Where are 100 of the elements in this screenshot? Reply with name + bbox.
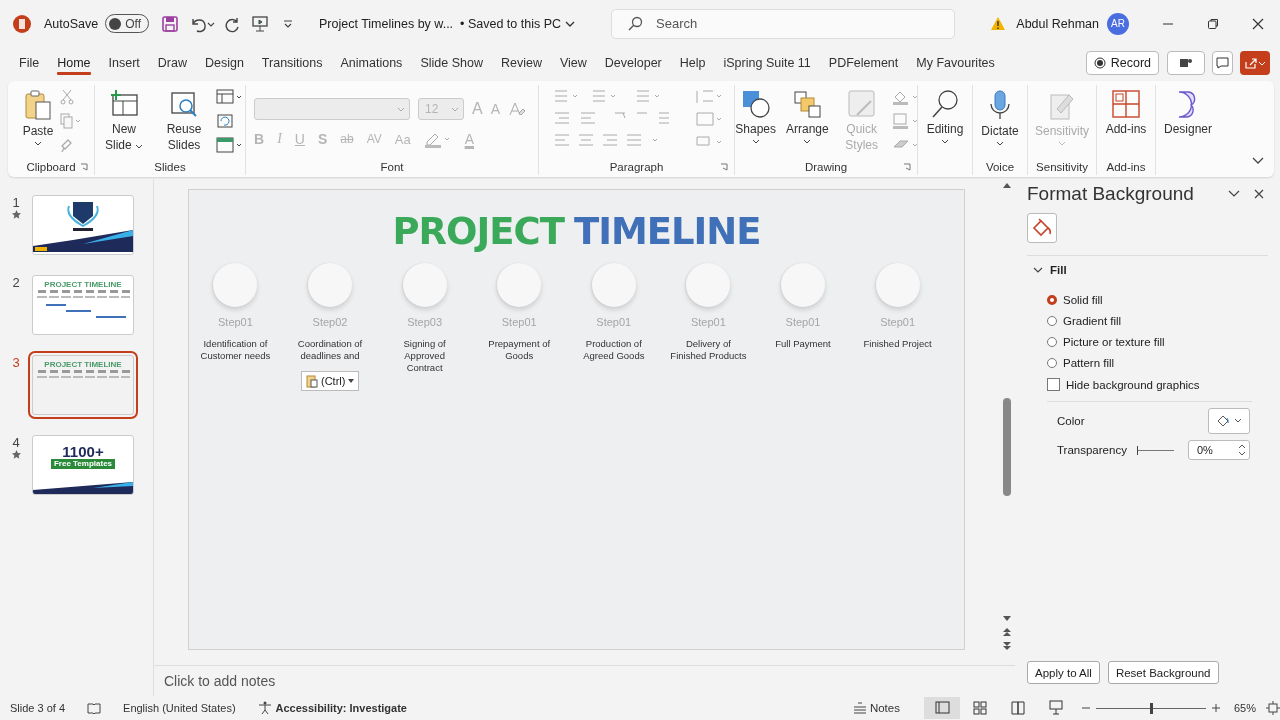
scroll-down-icon[interactable] xyxy=(1002,615,1012,623)
ribbon-tab[interactable]: Draw xyxy=(148,50,196,76)
fit-slide-icon[interactable] xyxy=(1266,701,1280,715)
fill-option[interactable]: Picture or texture fill xyxy=(1047,336,1280,348)
paste-button[interactable]: Paste xyxy=(19,87,57,148)
search-icon xyxy=(627,15,643,32)
caret-icon xyxy=(1058,141,1066,146)
slide-number: 3 xyxy=(12,355,20,370)
magnifier-icon xyxy=(930,89,960,119)
pane-button[interactable]: Apply to All xyxy=(1027,661,1100,684)
notes-button[interactable]: Notes xyxy=(852,702,900,714)
scrollbar-thumb[interactable] xyxy=(1003,398,1011,496)
slide-title: TIMELINE xyxy=(573,210,761,254)
dialog-launcher-icon[interactable] xyxy=(903,163,911,171)
ribbon-tab[interactable]: Transitions xyxy=(252,50,332,76)
step-circle xyxy=(781,263,825,307)
fill-section-header[interactable]: Fill xyxy=(1027,264,1280,276)
ribbon-tab[interactable]: Design xyxy=(195,50,253,76)
thumbnail-heading: PROJECT TIMELINE xyxy=(44,280,122,289)
fill-option[interactable]: Pattern fill xyxy=(1047,357,1280,369)
zoom-out-icon[interactable] xyxy=(1081,704,1090,712)
group-label: Sensitivity xyxy=(1036,161,1088,173)
section-icon[interactable] xyxy=(216,137,244,153)
caret-icon xyxy=(751,139,760,144)
reuse-slides-button[interactable]: Reuse Slides xyxy=(156,87,212,155)
caret-icon xyxy=(996,141,1004,146)
add-ins-button[interactable]: Add-ins xyxy=(1102,87,1150,139)
collapse-ribbon-icon[interactable] xyxy=(1252,157,1264,165)
close-icon[interactable] xyxy=(1252,17,1264,30)
user-avatar[interactable]: AR xyxy=(1107,12,1129,35)
pane-options-icon[interactable] xyxy=(1228,190,1240,198)
zoom-in-icon[interactable] xyxy=(1211,704,1220,712)
slide-thumbnail[interactable]: PROJECT TIMELINE xyxy=(32,275,134,335)
notes-placeholder[interactable]: Click to add notes xyxy=(164,673,276,689)
accessibility-status[interactable]: Accessibility: Investigate xyxy=(275,702,407,714)
camera-button[interactable] xyxy=(1167,51,1205,75)
share-button[interactable] xyxy=(1240,51,1270,75)
fill-option[interactable]: Solid fill xyxy=(1047,294,1280,306)
caret-icon xyxy=(565,19,575,28)
previous-slide-icon[interactable] xyxy=(1002,627,1012,637)
search-field[interactable]: Search xyxy=(611,8,955,39)
slide-thumbnail[interactable]: 1100+ Free Templates xyxy=(32,435,134,495)
language[interactable]: English (United States) xyxy=(123,702,236,714)
slide-counter: Slide 3 of 4 xyxy=(10,702,66,714)
step-circle xyxy=(591,263,636,307)
warning-icon[interactable] xyxy=(990,16,1007,31)
paste-options-button[interactable]: (Ctrl) xyxy=(301,371,360,391)
presenter-icon[interactable] xyxy=(251,14,269,33)
zoom-level[interactable]: 65% xyxy=(1233,702,1256,714)
spelling-icon[interactable] xyxy=(87,701,102,715)
transparency-field[interactable]: 0% xyxy=(1187,440,1250,460)
hide-graphics-checkbox[interactable]: Hide background graphics xyxy=(1047,378,1280,391)
ribbon-tab[interactable]: View xyxy=(550,50,596,76)
step-description: Delivery of Finished Products xyxy=(670,338,747,362)
customize-toolbar-icon[interactable] xyxy=(283,18,293,29)
record-icon xyxy=(1093,57,1106,69)
fill-tab[interactable] xyxy=(1027,213,1057,243)
record-button[interactable]: Record xyxy=(1085,51,1159,75)
designer-button[interactable]: Designer xyxy=(1161,87,1215,139)
dialog-launcher-icon[interactable] xyxy=(720,163,728,171)
save-icon[interactable] xyxy=(161,14,179,33)
group-label: Clipboard xyxy=(26,161,76,173)
comments-button[interactable] xyxy=(1212,51,1233,75)
pane-button[interactable]: Reset Background xyxy=(1107,661,1219,684)
restore-icon[interactable] xyxy=(1207,17,1219,30)
ribbon-tab[interactable]: Review xyxy=(491,50,551,76)
normal-view-icon[interactable] xyxy=(923,697,960,719)
next-slide-icon[interactable] xyxy=(1002,641,1012,651)
step-label: Step02 xyxy=(312,316,348,328)
fill-option[interactable]: Gradient fill xyxy=(1047,315,1280,327)
close-icon[interactable] xyxy=(1254,189,1264,199)
transparency-label: Transparency xyxy=(1057,444,1127,456)
ribbon-tab[interactable]: iSpring Suite 11 xyxy=(714,50,820,76)
step-label: Step01 xyxy=(690,316,726,328)
grid-icon xyxy=(1111,89,1141,119)
arrange-button[interactable]: Arrange xyxy=(783,87,832,146)
ribbon-tab[interactable]: Home xyxy=(48,50,100,76)
scroll-up-icon[interactable] xyxy=(1002,181,1012,189)
ribbon-tab[interactable]: My Favourites xyxy=(907,50,1004,76)
new-slide-button[interactable]: New Slide xyxy=(96,87,152,155)
editing-button[interactable]: Editing xyxy=(923,87,967,146)
ribbon-tab[interactable]: Help xyxy=(670,50,715,76)
color-label: Color xyxy=(1057,415,1086,427)
color-picker-button[interactable] xyxy=(1208,408,1250,434)
ribbon-tab[interactable]: Animations xyxy=(331,50,412,76)
shapes-button[interactable]: Shapes xyxy=(732,87,779,146)
accessibility-icon[interactable] xyxy=(257,701,272,715)
step-circle xyxy=(308,263,352,307)
document-title[interactable]: Project Timelines by w... • Saved to this PC xyxy=(319,16,575,31)
ribbon-tab[interactable]: Insert xyxy=(99,50,149,76)
ribbon-tab[interactable]: File xyxy=(10,50,49,76)
ribbon-tab[interactable]: Developer xyxy=(595,50,671,76)
comment-icon xyxy=(1216,57,1229,69)
spinner-icon[interactable] xyxy=(1238,443,1246,457)
layout-icon[interactable] xyxy=(216,89,244,105)
ribbon-tab[interactable]: PDFelement xyxy=(819,50,908,76)
reset-slide-icon[interactable] xyxy=(216,113,234,129)
dialog-launcher-icon[interactable] xyxy=(80,163,88,171)
dictate-button[interactable]: Dictate xyxy=(978,87,1022,148)
ribbon-tab[interactable]: Slide Show xyxy=(411,50,492,76)
